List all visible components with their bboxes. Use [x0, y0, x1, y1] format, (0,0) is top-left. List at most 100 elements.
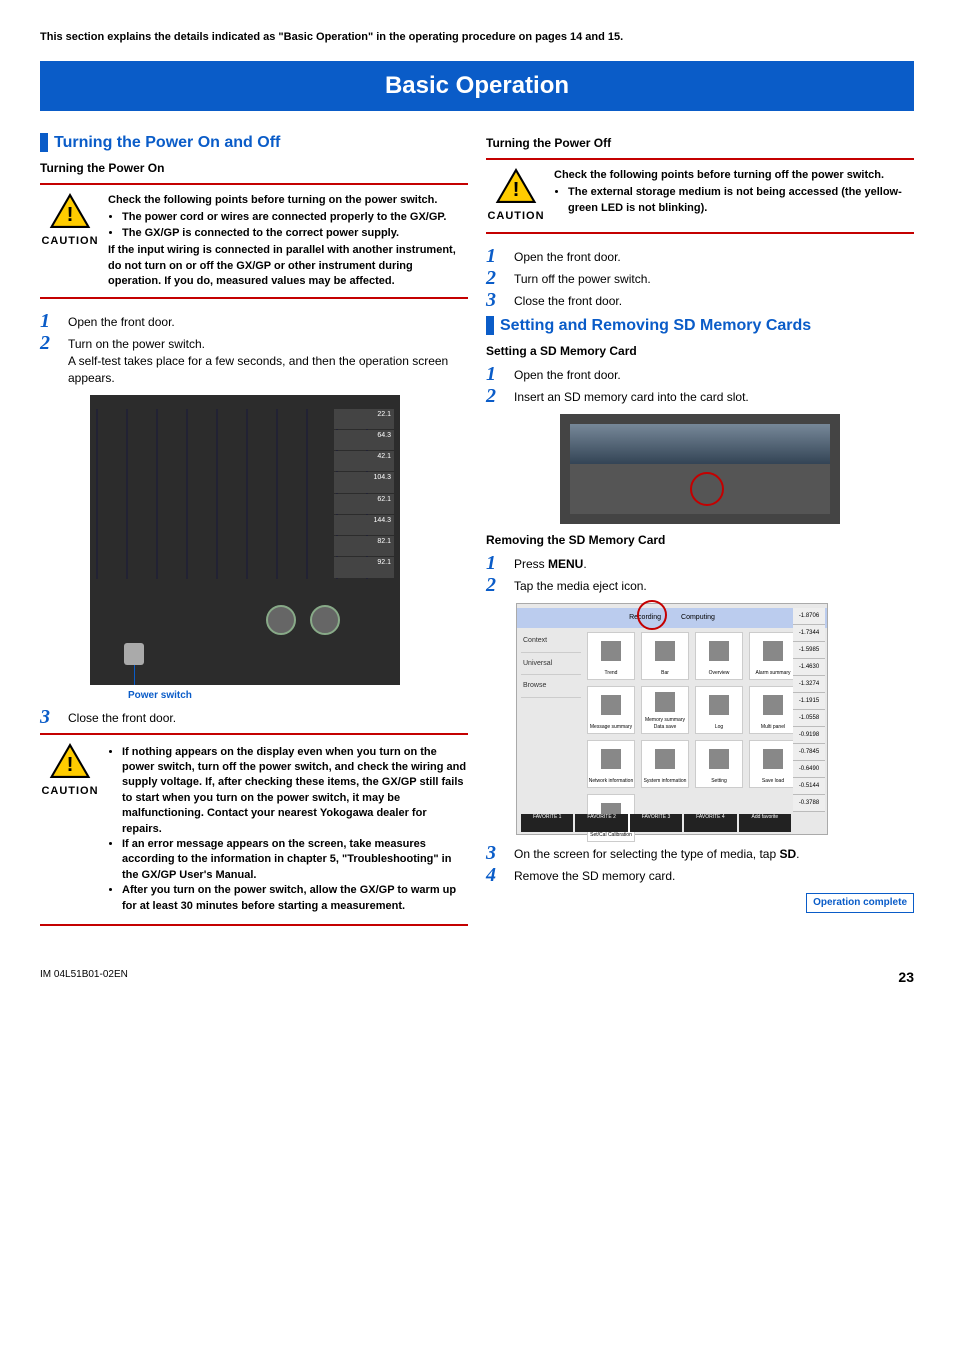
menu-cell-icon [763, 749, 783, 769]
step-number-icon: 1 [486, 364, 504, 384]
trend-val: 42.1 [334, 451, 394, 471]
step-rem-2: 2 Tap the media eject icon. [486, 575, 914, 595]
caution-2-bullet-1: If nothing appears on the display even w… [122, 745, 468, 837]
menu-val: -1.7344 [793, 625, 825, 642]
caution-box-1: ! CAUTION Check the following points bef… [40, 183, 468, 299]
step-rem-4-text: Remove the SD memory card. [514, 865, 914, 885]
menu-cell-icon [655, 641, 675, 661]
step-rem-3: 3 On the screen for selecting the type o… [486, 843, 914, 863]
heading-sd-cards: Setting and Removing SD Memory Cards [486, 316, 914, 335]
menu-cell: Setting [695, 740, 743, 788]
caution-icon: ! CAUTION [40, 193, 100, 289]
caution-icon: ! CAUTION [486, 168, 546, 224]
right-column: Turning the Power Off ! CAUTION Check th… [486, 127, 914, 938]
callout-line [134, 665, 135, 685]
menu-val: -0.9198 [793, 727, 825, 744]
caution-box-3: ! CAUTION Check the following points bef… [486, 158, 914, 234]
subheading-remove-sd: Removing the SD Memory Card [486, 532, 914, 549]
left-column: Turning the Power On and Off Turning the… [40, 127, 468, 938]
operation-screen-image: 22.1 64.3 42.1 104.3 62.1 144.3 82.1 92.… [90, 395, 400, 685]
trend-val: 64.3 [334, 430, 394, 450]
step-off-2-text: Turn off the power switch. [514, 268, 914, 288]
caution-2-bullet-2: If an error message appears on the scree… [122, 837, 468, 883]
page-number: 23 [898, 968, 914, 988]
intro-text: This section explains the details indica… [40, 30, 914, 45]
favorite-cell: FAVORITE 4 [684, 814, 736, 832]
step-number-icon: 3 [486, 843, 504, 863]
menu-val: -0.5144 [793, 778, 825, 795]
step-rem-1-text: Press MENU. [514, 553, 914, 573]
page-title-bar: Basic Operation [40, 61, 914, 111]
menu-val: -0.3788 [793, 795, 825, 812]
menu-favorites: FAVORITE 1 FAVORITE 2 FAVORITE 3 FAVORIT… [521, 814, 791, 832]
subheading-set-sd: Setting a SD Memory Card [486, 343, 914, 360]
power-switch-figure: 22.1 64.3 42.1 104.3 62.1 144.3 82.1 92.… [90, 395, 400, 703]
step-on-2b: A self-test takes place for a few second… [68, 354, 448, 385]
menu-val: -0.6490 [793, 761, 825, 778]
caution-2-bullet-3: After you turn on the power switch, allo… [122, 883, 468, 914]
trend-val: 92.1 [334, 557, 394, 577]
step-number-icon: 2 [486, 386, 504, 406]
step-on-3: 3 Close the front door. [40, 707, 468, 727]
menu-cell: Alarm summary [749, 632, 797, 680]
step-rem-4: 4 Remove the SD memory card. [486, 865, 914, 885]
step-on-2: 2 Turn on the power switch. A self-test … [40, 333, 468, 386]
menu-cell: Message summary [587, 686, 635, 734]
menu-val: -0.7845 [793, 744, 825, 761]
menu-cell: Bar [641, 632, 689, 680]
step-set-1-text: Open the front door. [514, 364, 914, 384]
caution-label: CAUTION [486, 209, 546, 224]
step-on-3-text: Close the front door. [68, 707, 468, 727]
caution-label: CAUTION [40, 784, 100, 799]
step-number-icon: 2 [486, 575, 504, 595]
step-on-2-text: Turn on the power switch. A self-test ta… [68, 333, 468, 386]
sd-keyword: SD [779, 847, 796, 861]
caution-icon: ! CAUTION [40, 743, 100, 916]
button-circle [310, 605, 340, 635]
step-rem-1-a: Press [514, 557, 548, 571]
step-number-icon: 2 [486, 268, 504, 288]
step-set-2: 2 Insert an SD memory card into the card… [486, 386, 914, 406]
step-number-icon: 4 [486, 865, 504, 885]
page-footer: IM 04L51B01-02EN 23 [40, 968, 914, 988]
step-rem-3-text: On the screen for selecting the type of … [514, 843, 914, 863]
menu-cell: Log [695, 686, 743, 734]
subheading-power-on: Turning the Power On [40, 160, 468, 177]
power-switch-graphic [124, 643, 144, 665]
favorite-cell: FAVORITE 1 [521, 814, 573, 832]
caution-3-bullet-1: The external storage medium is not being… [568, 185, 914, 216]
menu-cell: System information [641, 740, 689, 788]
eject-icon-callout [637, 600, 667, 630]
device-body [570, 424, 830, 464]
operation-complete-badge: Operation complete [806, 893, 914, 913]
caution-3-text: Check the following points before turnin… [554, 168, 914, 224]
step-rem-1: 1 Press MENU. [486, 553, 914, 573]
menu-side-context: Context [521, 630, 581, 653]
menu-val: -1.0558 [793, 710, 825, 727]
sd-insert-image [560, 414, 840, 524]
step-off-2: 2 Turn off the power switch. [486, 268, 914, 288]
step-number-icon: 1 [40, 311, 58, 331]
trend-val: 22.1 [334, 409, 394, 429]
power-switch-label: Power switch [128, 689, 192, 703]
step-off-1-text: Open the front door. [514, 246, 914, 266]
step-number-icon: 1 [486, 553, 504, 573]
step-off-1: 1 Open the front door. [486, 246, 914, 266]
favorite-cell: FAVORITE 2 [575, 814, 627, 832]
menu-cell: Save load [749, 740, 797, 788]
caution-1-tail: If the input wiring is connected in para… [108, 243, 468, 289]
caution-3-lead: Check the following points before turnin… [554, 168, 914, 183]
sd-callout-circle [690, 472, 724, 506]
step-on-1-text: Open the front door. [68, 311, 468, 331]
caution-2-text: If nothing appears on the display even w… [108, 743, 468, 916]
menu-cell-icon [601, 695, 621, 715]
caution-1-lead: Check the following points before turnin… [108, 193, 468, 208]
caution-1-text: Check the following points before turnin… [108, 193, 468, 289]
menu-screenshot: Recording Computing Context Universal Br… [516, 603, 828, 835]
step-off-3: 3 Close the front door. [486, 290, 914, 310]
step-on-1: 1 Open the front door. [40, 311, 468, 331]
menu-val: -1.3274 [793, 676, 825, 693]
menu-cell: Memory summary Data save [641, 686, 689, 734]
menu-side-tabs: Context Universal Browse [521, 630, 581, 698]
menu-right-values: -1.8706 -1.7344 -1.5985 -1.4630 -1.3274 … [793, 608, 825, 812]
